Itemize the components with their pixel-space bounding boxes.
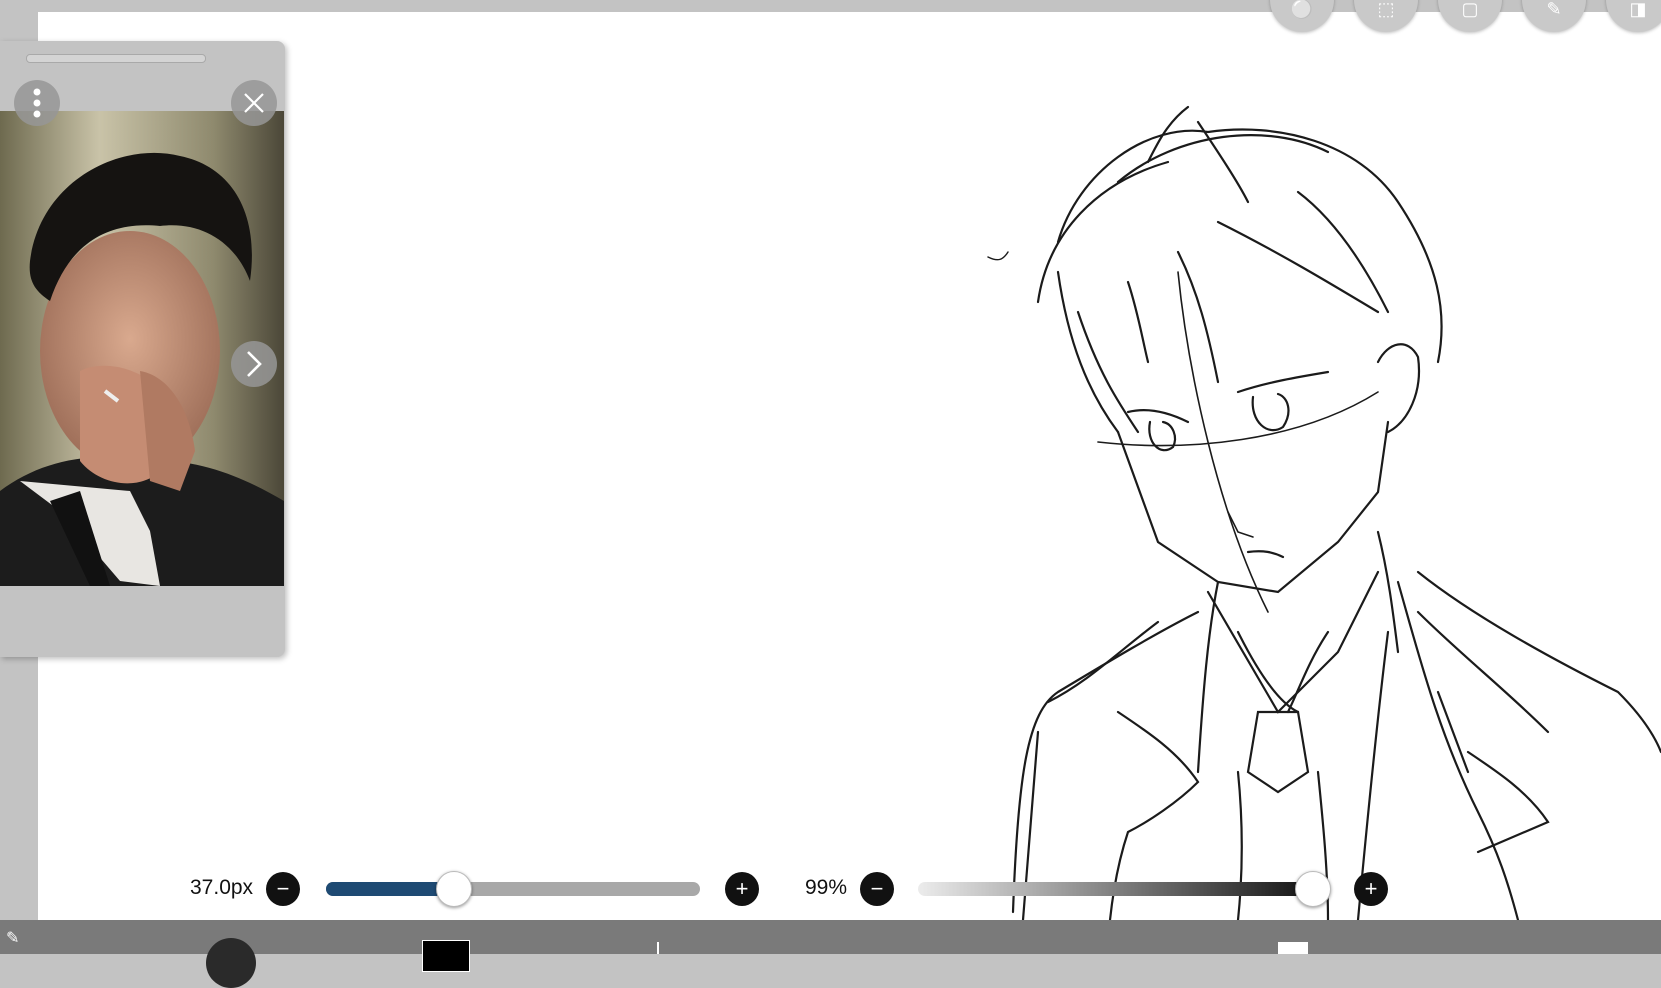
brush-size-slider[interactable] (326, 882, 700, 896)
brush-size-minus-button[interactable]: − (266, 872, 300, 906)
drag-handle[interactable] (26, 54, 206, 63)
brush-size-label: 37.0px (190, 876, 254, 899)
brush-size-thumb[interactable] (436, 871, 473, 907)
opacity-thumb[interactable] (1295, 871, 1332, 907)
brush-size-fill (326, 882, 454, 896)
brush-preview-icon[interactable] (206, 938, 256, 988)
brush-controls: 37.0px − + 99% − + (0, 866, 1661, 912)
layers-icon[interactable] (1278, 942, 1308, 954)
more-vertical-icon[interactable] (14, 80, 60, 126)
chevron-right-icon[interactable] (231, 341, 277, 387)
opacity-minus-button[interactable]: − (860, 872, 894, 906)
opacity-label: 99% (805, 876, 848, 899)
opacity-slider[interactable] (918, 882, 1316, 896)
brush-size-plus-button[interactable]: + (725, 872, 759, 906)
color-swatch[interactable] (422, 940, 470, 972)
pen-icon[interactable]: ✎ (6, 928, 26, 948)
opacity-plus-button[interactable]: + (1354, 872, 1388, 906)
bottom-toolbar: ✎ (0, 920, 1661, 988)
close-icon[interactable] (231, 80, 277, 126)
divider (657, 942, 659, 954)
reference-window[interactable] (0, 41, 285, 657)
